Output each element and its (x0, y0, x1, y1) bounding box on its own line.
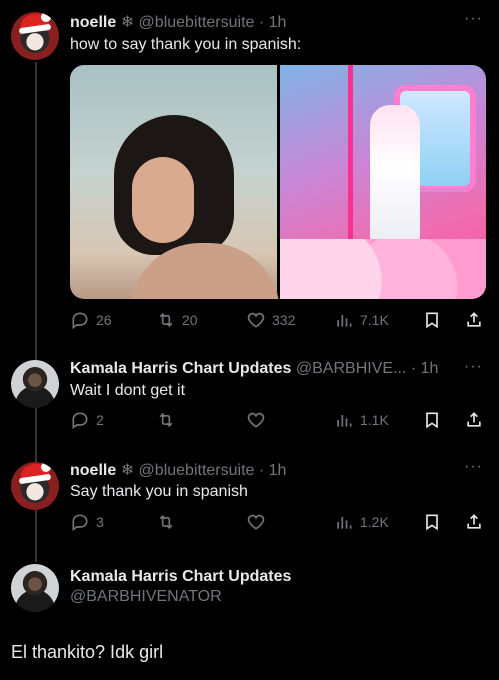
handle[interactable]: @BARBHIVENATOR (70, 588, 222, 606)
reply-button[interactable]: 26 (70, 310, 112, 330)
badge-icon: ❄ (120, 14, 135, 31)
tweet-text: El thankito? Idk girl (11, 642, 164, 662)
tweet-actions: 3 1.2K (70, 512, 486, 536)
reply-count: 2 (96, 412, 104, 428)
avatar[interactable] (11, 462, 59, 510)
retweet-icon (156, 410, 176, 430)
views-icon (334, 410, 354, 430)
more-icon[interactable]: ··· (464, 358, 483, 376)
like-button[interactable] (246, 410, 266, 430)
display-name[interactable]: noelle (70, 462, 116, 479)
tweet-text: Wait I dont get it (70, 382, 186, 399)
tweet-text: how to say thank you in spanish: (70, 36, 302, 53)
photo-pink-album-cover[interactable] (279, 65, 486, 299)
bookmark-icon (422, 512, 442, 532)
retweet-count: 20 (182, 312, 198, 328)
avatar[interactable] (11, 360, 59, 408)
reply-icon (70, 410, 90, 430)
display-name[interactable]: Kamala Harris Chart Updates (70, 360, 291, 377)
views-icon (334, 310, 354, 330)
bookmark-button[interactable] (422, 410, 442, 430)
heart-icon (246, 512, 266, 532)
share-icon (464, 512, 484, 532)
bookmark-icon (422, 410, 442, 430)
retweet-button[interactable] (156, 512, 176, 532)
like-button[interactable] (246, 512, 266, 532)
display-name[interactable]: noelle (70, 14, 116, 31)
share-button[interactable] (464, 310, 484, 330)
handle[interactable]: @bluebittersuite (139, 462, 255, 479)
tweet-text: Say thank you in spanish (70, 483, 248, 500)
tweet-actions: 26 20 332 7.1K (70, 310, 486, 334)
reply-count: 26 (96, 312, 112, 328)
reply-icon (70, 310, 90, 330)
share-button[interactable] (464, 410, 484, 430)
retweet-button[interactable]: 20 (156, 310, 198, 330)
views-icon (334, 512, 354, 532)
handle[interactable]: @BARBHIVE... (296, 360, 407, 377)
views-button[interactable]: 1.1K (334, 410, 389, 430)
views-count: 1.1K (360, 412, 389, 428)
media-grid[interactable] (70, 65, 486, 299)
more-icon[interactable]: ··· (464, 10, 483, 28)
share-icon (464, 410, 484, 430)
views-count: 1.2K (360, 514, 389, 530)
bookmark-button[interactable] (422, 310, 442, 330)
tweet-header: noelle ❄ @bluebittersuite · 1h (70, 460, 286, 480)
retweet-button[interactable] (156, 410, 176, 430)
avatar[interactable] (11, 564, 59, 612)
photo-woman[interactable] (70, 65, 280, 299)
share-button[interactable] (464, 512, 484, 532)
handle[interactable]: @bluebittersuite (139, 14, 255, 31)
reply-count: 3 (96, 514, 104, 530)
reply-button[interactable]: 2 (70, 410, 104, 430)
tweet-header: noelle ❄ @bluebittersuite · 1h (70, 12, 286, 32)
avatar[interactable] (11, 12, 59, 60)
bookmark-button[interactable] (422, 512, 442, 532)
timestamp[interactable]: · 1h (259, 14, 287, 31)
tweet-header: Kamala Harris Chart Updates @BARBHIVE...… (70, 360, 438, 378)
retweet-icon (156, 512, 176, 532)
like-button[interactable]: 332 (246, 310, 295, 330)
heart-icon (246, 310, 266, 330)
timestamp[interactable]: · 1h (411, 360, 439, 377)
timestamp[interactable]: · 1h (259, 462, 287, 479)
bookmark-icon (422, 310, 442, 330)
display-name[interactable]: Kamala Harris Chart Updates (70, 568, 291, 586)
heart-icon (246, 410, 266, 430)
share-icon (464, 310, 484, 330)
views-button[interactable]: 7.1K (334, 310, 389, 330)
reply-icon (70, 512, 90, 532)
retweet-icon (156, 310, 176, 330)
views-count: 7.1K (360, 312, 389, 328)
like-count: 332 (272, 312, 296, 328)
reply-button[interactable]: 3 (70, 512, 104, 532)
tweet-actions: 2 1.1K (70, 410, 486, 434)
views-button[interactable]: 1.2K (334, 512, 389, 532)
more-icon[interactable]: ··· (464, 458, 483, 476)
badge-icon: ❄ (120, 462, 135, 479)
